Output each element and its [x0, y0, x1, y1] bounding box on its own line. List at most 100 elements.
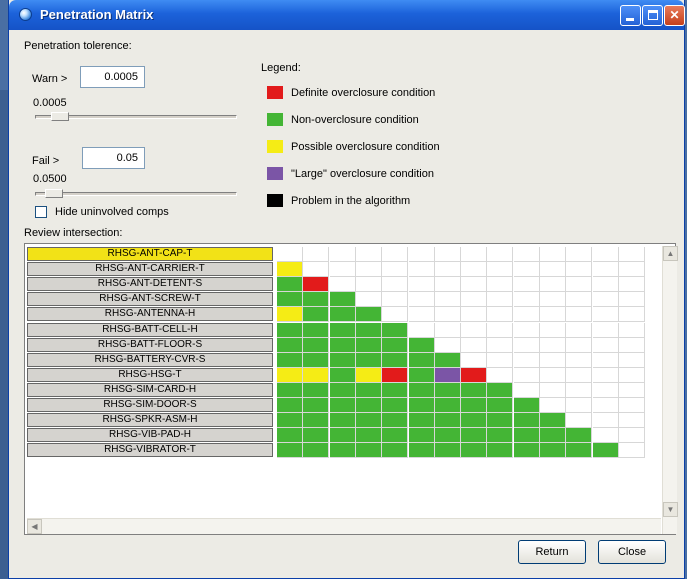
matrix-cell[interactable]: [592, 247, 619, 262]
row-label[interactable]: RHSG-BATT-CELL-H: [27, 322, 273, 337]
matrix-cell[interactable]: [382, 292, 409, 308]
matrix-cell[interactable]: [329, 277, 356, 293]
matrix-cell[interactable]: [408, 307, 435, 323]
matrix-cell[interactable]: [434, 428, 461, 444]
matrix-cell[interactable]: [513, 428, 540, 444]
matrix-cell[interactable]: [277, 337, 303, 353]
matrix-cell[interactable]: [329, 428, 356, 444]
matrix-cell[interactable]: [408, 322, 435, 338]
matrix-cell[interactable]: [618, 337, 645, 353]
matrix-cell[interactable]: [277, 367, 303, 383]
matrix-cell[interactable]: [566, 337, 593, 353]
matrix-cell[interactable]: [355, 428, 382, 444]
matrix-cell[interactable]: [277, 382, 303, 398]
matrix-cell[interactable]: [408, 367, 435, 383]
matrix-cell[interactable]: [513, 352, 540, 368]
matrix-cell[interactable]: [566, 247, 593, 262]
matrix-cell[interactable]: [434, 292, 461, 308]
matrix-cell[interactable]: [277, 292, 303, 308]
row-label[interactable]: RHSG-BATT-FLOOR-S: [27, 337, 273, 352]
matrix-cell[interactable]: [461, 413, 488, 429]
matrix-cell[interactable]: [329, 382, 356, 398]
matrix-cell[interactable]: [355, 352, 382, 368]
matrix-cell[interactable]: [277, 352, 303, 368]
matrix-cell[interactable]: [329, 367, 356, 383]
matrix-cell[interactable]: [303, 277, 330, 293]
row-label[interactable]: RHSG-SIM-DOOR-S: [27, 398, 273, 412]
matrix-cell[interactable]: [277, 277, 303, 293]
maximize-button[interactable]: [642, 5, 663, 26]
matrix-cell[interactable]: [461, 247, 488, 262]
matrix-cell[interactable]: [434, 337, 461, 353]
matrix-cell[interactable]: [277, 413, 303, 429]
row-label[interactable]: RHSG-ANT-CARRIER-T: [27, 262, 273, 277]
matrix-cell[interactable]: [540, 322, 566, 338]
matrix-cell[interactable]: [382, 413, 409, 429]
matrix-cell[interactable]: [434, 367, 461, 383]
matrix-cell[interactable]: [461, 382, 488, 398]
warn-slider-thumb[interactable]: [51, 112, 69, 121]
matrix-cell[interactable]: [434, 247, 461, 262]
matrix-cell[interactable]: [566, 413, 593, 429]
matrix-cell[interactable]: [566, 307, 593, 323]
matrix-cell[interactable]: [303, 352, 330, 368]
matrix-cell[interactable]: [434, 262, 461, 278]
matrix-cell[interactable]: [592, 277, 619, 293]
matrix-cell[interactable]: [382, 337, 409, 353]
matrix-cell[interactable]: [461, 367, 488, 383]
matrix-cell[interactable]: [487, 367, 514, 383]
matrix-cell[interactable]: [382, 398, 409, 413]
matrix-cell[interactable]: [434, 413, 461, 429]
matrix-cell[interactable]: [355, 367, 382, 383]
matrix-cell[interactable]: [592, 262, 619, 278]
matrix-cell[interactable]: [329, 322, 356, 338]
matrix-cell[interactable]: [566, 367, 593, 383]
matrix-cell[interactable]: [513, 307, 540, 323]
fail-slider[interactable]: [35, 189, 237, 198]
matrix-cell[interactable]: [434, 277, 461, 293]
matrix-cell[interactable]: [487, 352, 514, 368]
matrix-cell[interactable]: [461, 443, 488, 459]
vertical-scrollbar[interactable]: ▲ ▼: [662, 246, 678, 534]
matrix-cell[interactable]: [355, 307, 382, 323]
matrix-cell[interactable]: [461, 322, 488, 338]
scroll-left-arrow-icon[interactable]: ◀: [27, 519, 42, 534]
matrix-cell[interactable]: [513, 398, 540, 413]
matrix-cell[interactable]: [408, 292, 435, 308]
matrix-cell[interactable]: [277, 307, 303, 323]
matrix-cell[interactable]: [408, 352, 435, 368]
matrix-cell[interactable]: [513, 322, 540, 338]
matrix-cell[interactable]: [277, 428, 303, 444]
matrix-cell[interactable]: [408, 428, 435, 444]
matrix-cell[interactable]: [618, 382, 645, 398]
matrix-cell[interactable]: [487, 382, 514, 398]
matrix-cell[interactable]: [566, 398, 593, 413]
matrix-cell[interactable]: [329, 307, 356, 323]
matrix-cell[interactable]: [355, 413, 382, 429]
row-label[interactable]: RHSG-HSG-T: [27, 367, 273, 382]
matrix-cell[interactable]: [382, 322, 409, 338]
matrix-cell[interactable]: [592, 352, 619, 368]
row-label[interactable]: RHSG-ANT-CAP-T: [27, 247, 273, 261]
matrix-cell[interactable]: [566, 292, 593, 308]
warn-slider[interactable]: [35, 112, 237, 121]
row-label[interactable]: RHSG-VIB-PAD-H: [27, 428, 273, 443]
matrix-cell[interactable]: [382, 382, 409, 398]
matrix-cell[interactable]: [540, 367, 566, 383]
close-button[interactable]: Close: [598, 540, 666, 564]
matrix-cell[interactable]: [487, 322, 514, 338]
matrix-cell[interactable]: [382, 307, 409, 323]
matrix-cell[interactable]: [513, 382, 540, 398]
matrix-cell[interactable]: [592, 413, 619, 429]
matrix-cell[interactable]: [540, 382, 566, 398]
matrix-cell[interactable]: [566, 262, 593, 278]
minimize-button[interactable]: [620, 5, 641, 26]
matrix-cell[interactable]: [355, 398, 382, 413]
scroll-up-arrow-icon[interactable]: ▲: [663, 246, 678, 261]
matrix-cell[interactable]: [513, 262, 540, 278]
scroll-down-arrow-icon[interactable]: ▼: [663, 502, 678, 517]
matrix-cell[interactable]: [303, 307, 330, 323]
matrix-cell[interactable]: [434, 398, 461, 413]
title-bar[interactable]: Penetration Matrix ✕: [9, 0, 685, 30]
matrix-cell[interactable]: [618, 292, 645, 308]
